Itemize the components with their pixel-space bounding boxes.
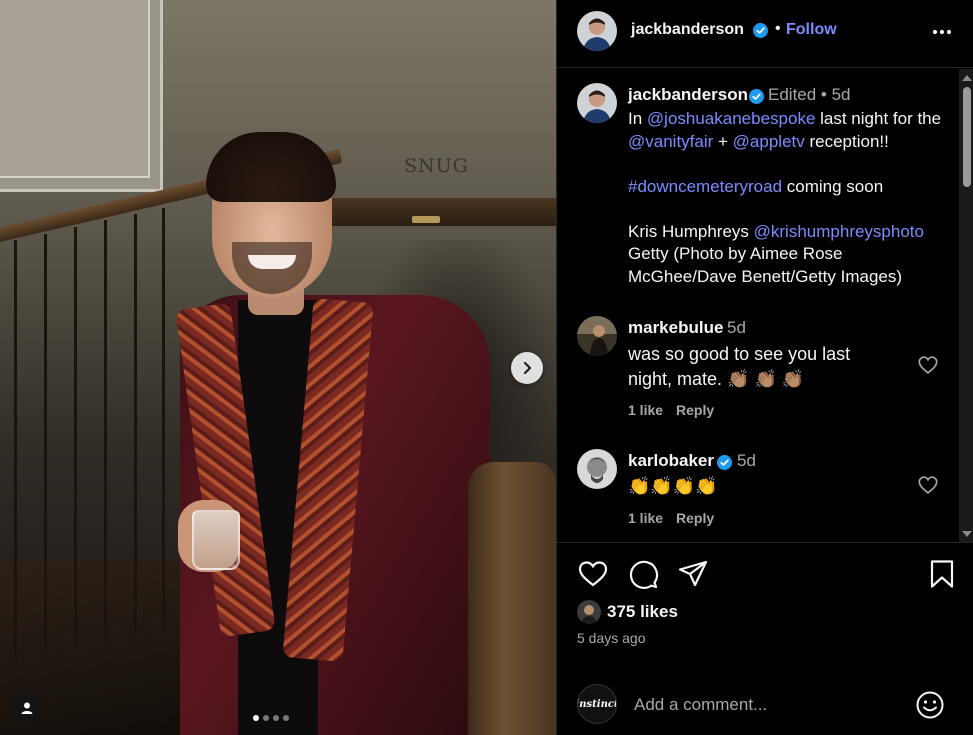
- add-comment-bar: instinct: [557, 675, 973, 735]
- scrollbar-thumb[interactable]: [963, 87, 971, 187]
- carousel-dot: [273, 715, 279, 721]
- post-timestamp[interactable]: 5 days ago: [577, 630, 646, 646]
- scroll-up-arrow[interactable]: [962, 75, 972, 81]
- hashtag-link[interactable]: #downcemeteryroad: [628, 177, 782, 196]
- comment-likes[interactable]: 1 like: [628, 510, 663, 526]
- post-actions: 375 likes 5 days ago instinct: [557, 545, 973, 735]
- heart-icon[interactable]: [577, 558, 609, 590]
- carousel-dot: [283, 715, 289, 721]
- mention-link[interactable]: @vanityfair: [628, 132, 713, 151]
- caption-username[interactable]: jackbanderson: [628, 85, 748, 105]
- tagged-users-button[interactable]: [10, 691, 44, 725]
- bookmark-icon[interactable]: [926, 558, 958, 590]
- chevron-right-icon: [523, 361, 532, 375]
- carousel-indicator: [253, 715, 289, 721]
- avatar[interactable]: [577, 449, 617, 489]
- mention-link[interactable]: @joshuakanebespoke: [647, 109, 816, 128]
- likes-summary[interactable]: 375 likes: [577, 600, 678, 624]
- more-icon: [932, 29, 952, 35]
- caption-meta: Edited • 5d: [768, 85, 851, 104]
- next-photo-button[interactable]: [511, 352, 543, 384]
- comment-icon[interactable]: [627, 558, 659, 590]
- caption-text: In @joshuakanebespoke last night for the…: [628, 109, 942, 286]
- mention-link[interactable]: @appletv: [733, 132, 805, 151]
- likes-count[interactable]: 375 likes: [607, 602, 678, 622]
- heart-icon[interactable]: [917, 474, 939, 496]
- carousel-dot: [253, 715, 259, 721]
- avatar[interactable]: [577, 316, 617, 356]
- verified-icon: [753, 23, 768, 38]
- reply-button[interactable]: Reply: [676, 402, 714, 418]
- comments-scrollbar[interactable]: [959, 69, 973, 542]
- post-photo[interactable]: SNUG: [0, 0, 556, 735]
- mention-link[interactable]: @krishumphreysphoto: [754, 222, 924, 241]
- comment-text: was so good to see you last night, mate.…: [628, 344, 851, 389]
- heart-icon[interactable]: [917, 354, 939, 376]
- more-options-button[interactable]: [930, 20, 954, 44]
- newel-post: [468, 462, 556, 735]
- comment-username[interactable]: karlobaker: [628, 451, 714, 471]
- avatar: [577, 600, 601, 624]
- separator-dot: •: [775, 20, 781, 37]
- post-header: jackbanderson • Follow: [557, 0, 973, 68]
- avatar: instinct: [577, 684, 617, 724]
- comment-time: 5d: [727, 318, 746, 337]
- verified-icon: [749, 89, 764, 104]
- scroll-down-arrow[interactable]: [962, 531, 972, 537]
- post-side-panel: jackbanderson • Follow jackbanderson Edi…: [556, 0, 973, 735]
- comment-likes[interactable]: 1 like: [628, 402, 663, 418]
- follow-button[interactable]: Follow: [786, 21, 837, 39]
- carousel-dot: [263, 715, 269, 721]
- header-username[interactable]: jackbanderson: [631, 21, 744, 39]
- avatar[interactable]: [577, 83, 617, 123]
- wall-artwork: [0, 0, 163, 192]
- person: [170, 130, 500, 735]
- comment-text: 👏👏👏👏: [628, 476, 718, 496]
- share-icon[interactable]: [677, 558, 709, 590]
- comment-time: 5d: [737, 451, 756, 470]
- comments-list[interactable]: jackbanderson Edited • 5d In @joshuakane…: [557, 69, 973, 543]
- emoji-icon[interactable]: [915, 690, 945, 720]
- reply-button[interactable]: Reply: [676, 510, 714, 526]
- comment-input[interactable]: [634, 693, 894, 717]
- user-tag-icon: [21, 702, 33, 714]
- drink-glass: [192, 510, 240, 570]
- comment-username[interactable]: markebulue: [628, 318, 723, 338]
- avatar[interactable]: [577, 11, 617, 51]
- verified-icon: [717, 455, 732, 470]
